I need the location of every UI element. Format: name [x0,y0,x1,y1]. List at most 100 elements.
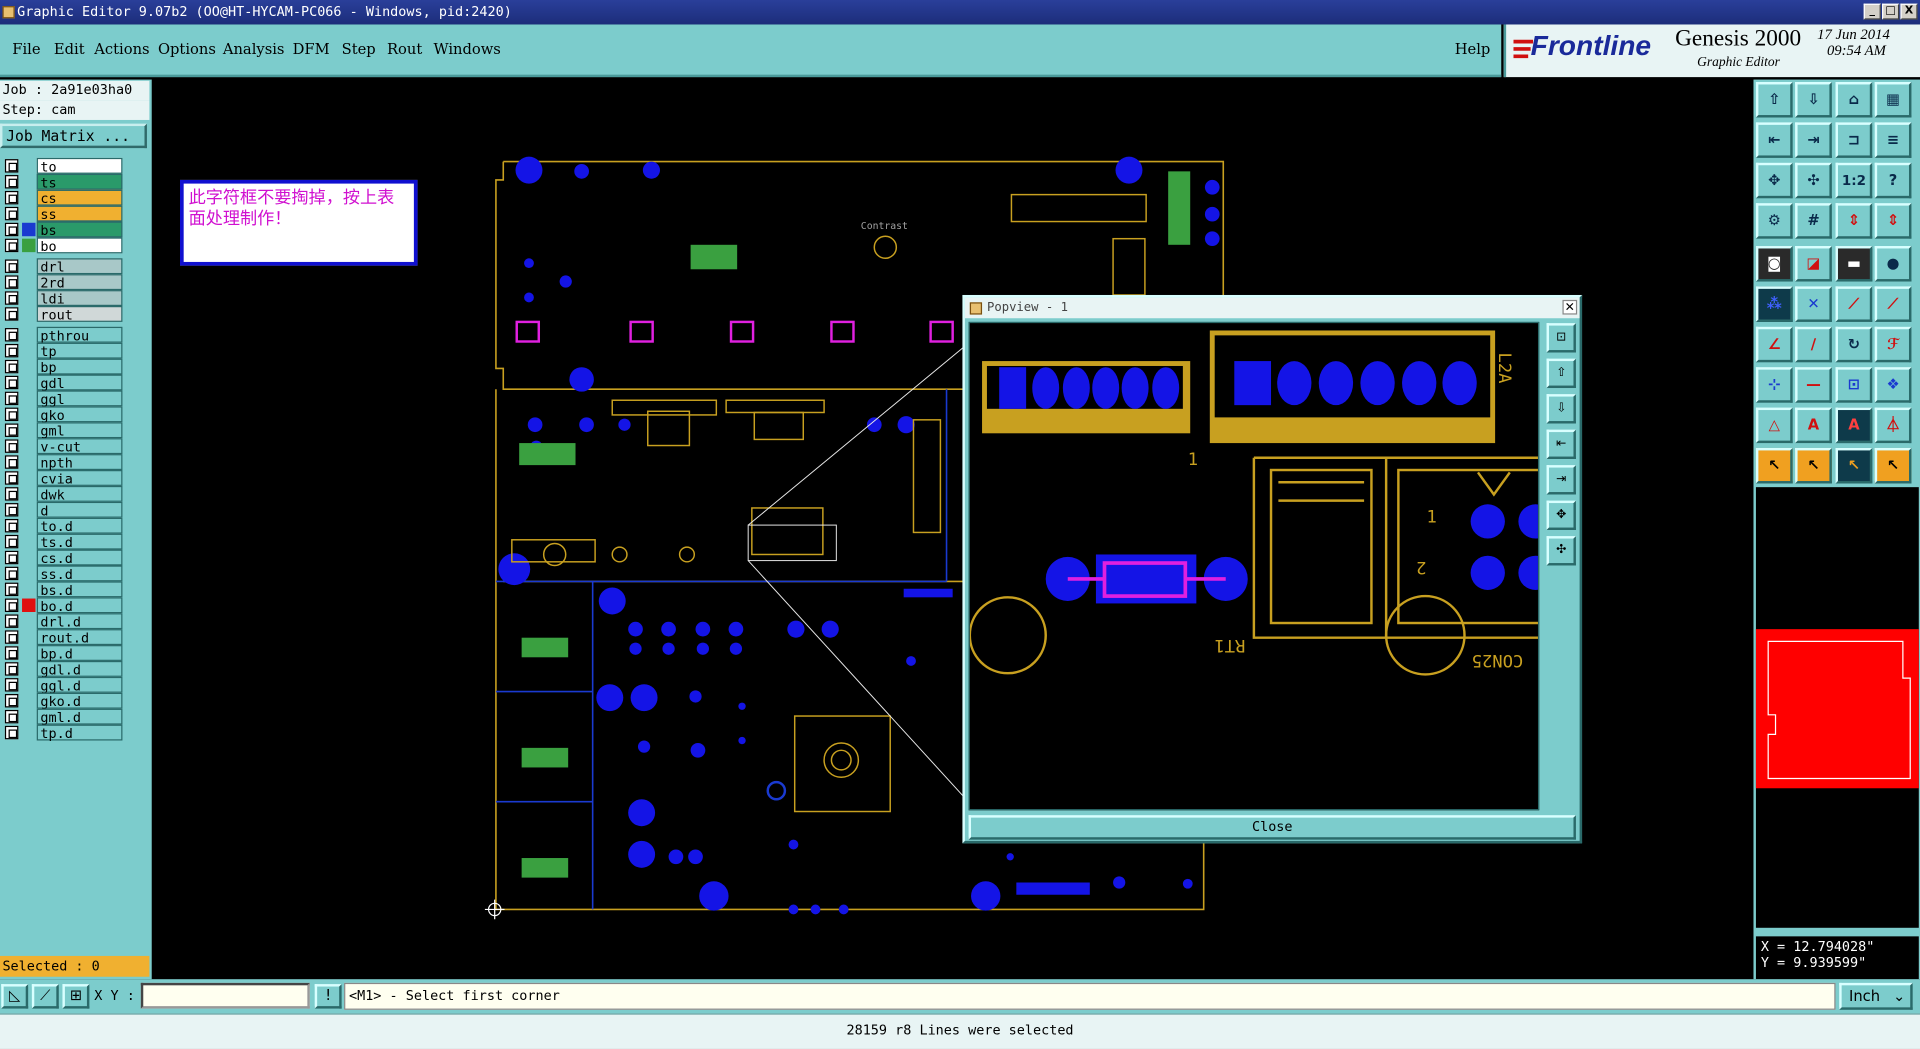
layer-row-gko[interactable]: gko [2,406,123,424]
layer-checkbox[interactable] [4,566,19,581]
layer-checkbox[interactable] [4,238,19,253]
connect-button[interactable]: ⁂ [1755,286,1793,322]
layer-name[interactable]: npth [36,454,123,471]
shape-b-button[interactable]: A [1795,407,1832,444]
layer-name[interactable]: cvia [36,470,123,487]
xy-input[interactable] [140,982,310,1009]
layer-row-npth[interactable]: npth [2,454,123,471]
layer-name[interactable]: ts.d [36,533,123,551]
info-icon[interactable]: ! [314,984,342,1009]
select-arrow-button[interactable]: ↖ [1755,447,1793,484]
popview-tool-6[interactable]: ✥ [1546,500,1576,530]
layer-name[interactable]: bo.d [36,597,123,614]
layer-checkbox[interactable] [4,550,19,565]
popview-tool-4[interactable]: ⇤ [1546,429,1576,459]
scale-1-2-button[interactable]: 1:2 [1835,162,1873,199]
layer-row-bo[interactable]: bo [2,237,123,255]
layer-checkbox[interactable] [4,582,19,597]
arc-button[interactable]: ↻ [1835,326,1873,363]
layer-name[interactable]: tp.d [36,724,123,742]
layer-row-ggl[interactable]: ggl [2,390,123,408]
array-button[interactable]: ❖ [1874,367,1912,403]
layer-name[interactable]: to.d [36,517,123,535]
layer-row-rout-d[interactable]: rout.d [2,629,123,646]
layer-name[interactable]: rout [36,306,123,323]
layer-checkbox[interactable] [4,222,19,237]
layer-row-d[interactable]: d [2,501,123,519]
layer-checkbox[interactable] [4,503,19,517]
minimize-button[interactable]: _ [1863,3,1881,20]
layer-checkbox[interactable] [4,407,19,422]
layer-row-2rd[interactable]: 2rd [2,274,123,291]
layer-name[interactable]: pthrou [36,326,123,344]
home-button[interactable]: ⌂ [1835,82,1873,118]
popview-close-button[interactable]: Close [968,815,1576,840]
layer-row-cs[interactable]: cs [2,189,123,207]
menu-file[interactable]: File [12,40,40,57]
layer-row-ss[interactable]: ss [2,205,123,223]
layer-row-gml-d[interactable]: gml.d [2,708,123,726]
menu-windows[interactable]: Windows [433,40,500,57]
snap-button[interactable]: ⚙ [1755,203,1793,239]
layer-checkbox[interactable] [4,275,19,289]
layer-row-rout[interactable]: rout [2,306,123,323]
fill-mode-button[interactable]: ◪ [1795,246,1832,282]
layer-checkbox[interactable] [4,598,19,612]
layer-row-ts-d[interactable]: ts.d [2,533,123,551]
maximize-button[interactable]: □ [1882,3,1900,20]
move-button[interactable]: ⊹ [1755,367,1793,403]
layer-row-pthrou[interactable]: pthrou [2,326,123,344]
layer-name[interactable]: ggl.d [36,676,123,694]
layer-name[interactable]: rout.d [36,629,123,646]
layer-checkbox[interactable] [4,375,19,390]
layer-name[interactable]: 2rd [36,274,123,291]
overview-minimap[interactable] [1755,487,1919,928]
layer-row-drl-d[interactable]: drl.d [2,613,123,630]
grid-button[interactable]: # [1795,203,1832,239]
select-chain-button[interactable]: ↖ [1874,447,1912,484]
delete-button[interactable]: ✕ [1795,286,1832,322]
zoom-out-button[interactable]: ⇥ [1795,122,1832,158]
layer-name[interactable]: drl [36,258,123,275]
layer-name[interactable]: d [36,501,123,519]
draw-mode-icon[interactable]: ⟋ [31,984,59,1009]
layer-row-gml[interactable]: gml [2,422,123,439]
layer-checkbox[interactable] [4,307,19,321]
circle-mode-button[interactable]: ● [1874,246,1912,282]
save-button[interactable]: ⇩ [1795,82,1832,118]
popview-tool-5[interactable]: ⇥ [1546,465,1576,495]
menu-step[interactable]: Step [342,40,376,57]
shape-a-button[interactable]: △ [1755,407,1793,444]
center-button[interactable]: ✣ [1795,162,1832,199]
add-line-button[interactable]: ⟋ [1835,286,1873,322]
layer-checkbox[interactable] [4,678,19,692]
layer-row-ss-d[interactable]: ss.d [2,565,123,583]
layer-row-cs-d[interactable]: cs.d [2,549,123,567]
query-button[interactable]: ? [1874,162,1912,199]
layer-row-cvia[interactable]: cvia [2,470,123,487]
menu-edit[interactable]: Edit [54,40,85,57]
layer-name[interactable]: bp [36,358,123,376]
layer-checkbox[interactable] [4,328,19,342]
popview-close-icon[interactable]: ✕ [1562,299,1578,315]
resize-button[interactable]: ⊡ [1835,367,1873,403]
slash-button[interactable]: ∕ [1795,326,1832,363]
pan-button[interactable]: ⊐ [1835,122,1873,158]
layer-row-bp[interactable]: bp [2,358,123,376]
shape-c-button[interactable]: A [1835,407,1873,444]
select-box-button[interactable]: ↖ [1795,447,1832,484]
layer-name[interactable]: gko [36,406,123,424]
layer-checkbox[interactable] [4,291,19,305]
layer-checkbox[interactable] [4,259,19,273]
layer-checkbox[interactable] [4,614,19,628]
pad-mode-button[interactable]: ◙ [1755,246,1793,282]
layer-row-bp-d[interactable]: bp.d [2,645,123,662]
angle-button[interactable]: ∠ [1755,326,1793,363]
layer-row-dwk[interactable]: dwk [2,485,123,503]
layer-name[interactable]: drl.d [36,613,123,630]
close-window-button[interactable]: X [1900,3,1918,20]
layer-row-v-cut[interactable]: v-cut [2,438,123,455]
layer-checkbox[interactable] [4,518,19,533]
layer-name[interactable]: ggl [36,390,123,408]
measure-button[interactable]: ⇕ [1835,203,1873,239]
